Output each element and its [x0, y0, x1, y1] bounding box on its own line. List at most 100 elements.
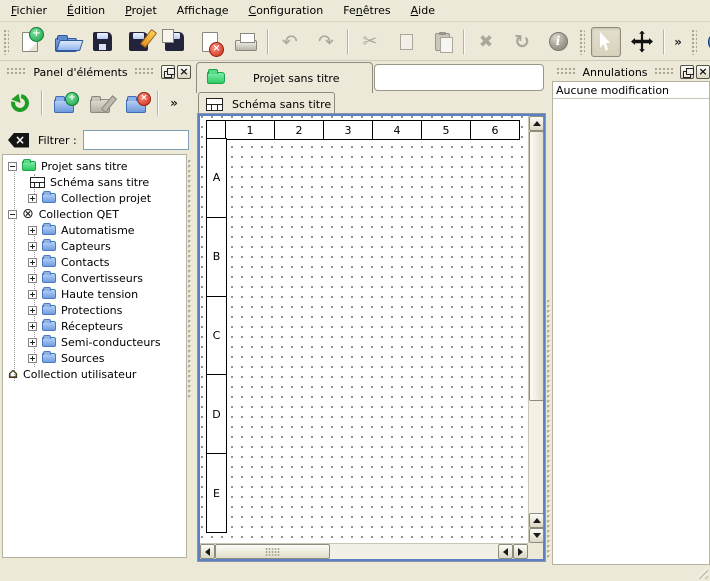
- toolbar-separator[interactable]: [347, 29, 349, 55]
- scroll-left-button[interactable]: [498, 544, 513, 559]
- toolbar-drag-handle[interactable]: [3, 29, 9, 55]
- expander-icon[interactable]: [28, 306, 37, 315]
- scroll-right-button[interactable]: [513, 544, 528, 559]
- save-as-button[interactable]: [123, 27, 153, 57]
- expander-icon[interactable]: [28, 258, 37, 267]
- toolbar-drag-handle[interactable]: [691, 29, 697, 55]
- redo-button[interactable]: [311, 27, 341, 57]
- tree-item[interactable]: Projet sans titre: [3, 158, 186, 174]
- element-info-button[interactable]: [543, 27, 573, 57]
- about-button[interactable]: [703, 27, 710, 57]
- close-panel-button[interactable]: [177, 65, 191, 79]
- undo-panel-titlebar[interactable]: Annulations: [552, 64, 710, 80]
- tree-item[interactable]: Automatisme: [3, 222, 186, 238]
- new-category-button[interactable]: [49, 88, 79, 118]
- tree-item[interactable]: Haute tension: [3, 286, 186, 302]
- scroll-left-button[interactable]: [200, 544, 215, 559]
- expander-icon[interactable]: [28, 242, 37, 251]
- menu-item[interactable]: Aide: [402, 1, 444, 20]
- toolbar-separator[interactable]: [267, 29, 269, 55]
- rotate-button[interactable]: [507, 27, 537, 57]
- expander-icon[interactable]: [28, 290, 37, 299]
- save-all-button[interactable]: [159, 27, 189, 57]
- vertical-scrollbar-thumb[interactable]: [529, 131, 544, 401]
- delete-category-button[interactable]: [121, 88, 151, 118]
- copy-button[interactable]: [391, 27, 421, 57]
- print-button[interactable]: [231, 27, 261, 57]
- menu-item[interactable]: Configuration: [240, 1, 333, 20]
- menu-item[interactable]: Affichage: [168, 1, 238, 20]
- diagram-dot-grid[interactable]: [200, 116, 528, 543]
- tree-item[interactable]: Collection projet: [3, 190, 186, 206]
- scroll-up-button[interactable]: [529, 513, 544, 528]
- selection-mode-button[interactable]: [591, 27, 621, 57]
- filter-input[interactable]: [83, 130, 189, 150]
- right-splitter-handle[interactable]: [547, 300, 551, 560]
- new-file-button[interactable]: [15, 27, 45, 57]
- scroll-up-button[interactable]: [529, 116, 544, 131]
- tree-item[interactable]: Protections: [3, 302, 186, 318]
- tab-project[interactable]: Projet sans titre: [196, 62, 373, 93]
- menu-item[interactable]: Projet: [116, 1, 166, 20]
- expander-icon[interactable]: [28, 274, 37, 283]
- window-resize-grip[interactable]: [695, 566, 708, 579]
- tree-item[interactable]: Contacts: [3, 254, 186, 270]
- select-arrow-icon: [599, 32, 614, 51]
- tree-item[interactable]: Récepteurs: [3, 318, 186, 334]
- menu-item[interactable]: Fichier: [2, 1, 56, 20]
- delete-button[interactable]: [471, 27, 501, 57]
- element-collections-tree[interactable]: Projet sans titre Schéma sans titre Coll…: [2, 154, 187, 558]
- left-splitter-handle[interactable]: [188, 160, 192, 400]
- toolbar-separator[interactable]: [663, 29, 665, 55]
- undo-icon: [282, 31, 298, 53]
- horizontal-scrollbar[interactable]: [200, 543, 528, 559]
- toolbar-overflow-button[interactable]: »: [670, 29, 686, 55]
- element-panel-titlebar[interactable]: Panel d'éléments: [2, 64, 191, 80]
- menu-item[interactable]: Édition: [58, 1, 114, 20]
- menu-item[interactable]: Fenêtres: [334, 1, 399, 20]
- toolbar-drag-handle[interactable]: [579, 29, 585, 55]
- save-button[interactable]: [87, 27, 117, 57]
- close-file-button[interactable]: [195, 27, 225, 57]
- toolbar-overflow-button[interactable]: »: [166, 90, 182, 116]
- diagram-view[interactable]: 1 2 3 4 5 6 A B C: [198, 114, 545, 561]
- expander-icon[interactable]: [8, 210, 17, 219]
- close-panel-button[interactable]: [696, 65, 710, 79]
- open-file-icon: [55, 38, 77, 52]
- diagram-column-headers: 1 2 3 4 5 6: [226, 120, 520, 140]
- delete-icon: [479, 32, 493, 52]
- toolbar-separator[interactable]: [463, 29, 465, 55]
- tree-item[interactable]: Capteurs: [3, 238, 186, 254]
- tree-item[interactable]: Semi-conducteurs: [3, 334, 186, 350]
- expander-icon[interactable]: [28, 338, 37, 347]
- expander-icon[interactable]: [8, 162, 17, 171]
- expander-icon[interactable]: [28, 226, 37, 235]
- cut-button[interactable]: [355, 27, 385, 57]
- reload-collections-button[interactable]: [5, 88, 35, 118]
- horizontal-scrollbar-thumb[interactable]: [215, 544, 330, 559]
- undo-button[interactable]: [275, 27, 305, 57]
- scroll-down-button[interactable]: [529, 528, 544, 543]
- tree-item-label: Schéma sans titre: [50, 176, 149, 189]
- undo-history-list[interactable]: Aucune modification: [552, 81, 710, 565]
- toolbar-separator[interactable]: [41, 90, 43, 116]
- tree-item[interactable]: Sources: [3, 350, 186, 366]
- tree-item[interactable]: Convertisseurs: [3, 270, 186, 286]
- edit-category-button[interactable]: [85, 88, 115, 118]
- expander-icon[interactable]: [28, 322, 37, 331]
- tree-item[interactable]: Collection utilisateur: [3, 366, 186, 382]
- open-file-button[interactable]: [51, 27, 81, 57]
- tab-schema[interactable]: Schéma sans titre: [198, 92, 335, 115]
- expander-icon[interactable]: [28, 354, 37, 363]
- clear-filter-button[interactable]: [8, 133, 29, 148]
- undo-list-item[interactable]: Aucune modification: [553, 82, 709, 99]
- vertical-scrollbar[interactable]: [528, 116, 543, 543]
- tree-item[interactable]: Collection QET: [3, 206, 186, 222]
- float-panel-button[interactable]: [680, 65, 694, 79]
- toolbar-separator[interactable]: [157, 90, 159, 116]
- tree-item[interactable]: Schéma sans titre: [3, 174, 186, 190]
- float-panel-button[interactable]: [161, 65, 175, 79]
- paste-button[interactable]: [427, 27, 457, 57]
- expander-icon[interactable]: [28, 194, 37, 203]
- pan-mode-button[interactable]: [627, 27, 657, 57]
